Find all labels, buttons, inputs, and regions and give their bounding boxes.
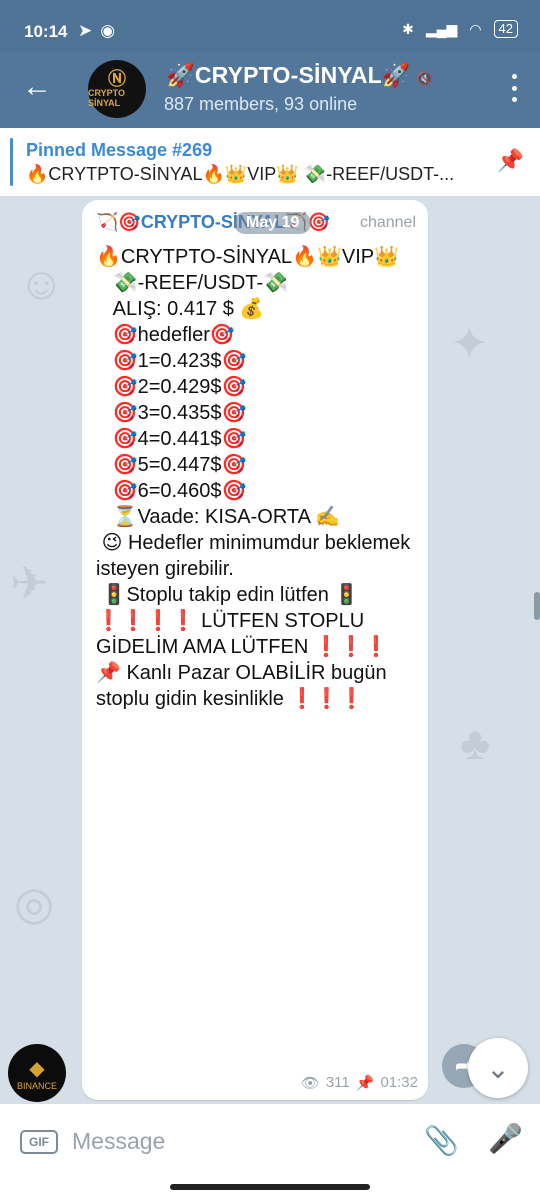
chat-title[interactable]: 🚀CRYPTO-SİNYAL🚀 🔇	[166, 62, 433, 89]
pinned-message-bar[interactable]: Pinned Message #269 🔥CRYTPTO-SİNYAL🔥👑VIP…	[0, 128, 540, 196]
mute-icon: 🔇	[416, 71, 434, 86]
channel-avatar-text: BINANCE	[16, 1080, 57, 1091]
group-avatar[interactable]: Ⓝ CRYPTO SİNYAL	[88, 60, 146, 118]
binance-logo-icon: ◆	[29, 1057, 45, 1080]
message-line: 💸-REEF/USDT-💸	[96, 272, 289, 294]
scroll-down-button[interactable]: ⌄	[468, 1038, 528, 1098]
doodle-tree-icon: ♣	[460, 717, 491, 769]
date-pill: May 19	[234, 212, 312, 234]
signal-icon: ▂▄▆	[425, 20, 458, 37]
attach-icon[interactable]: 📎	[424, 1124, 459, 1157]
message-line: ⏳Vaade: KISA-ORTA ✍️	[96, 506, 341, 528]
message-line: 🚦Stoplu takip edin lütfen 🚦	[96, 584, 360, 606]
doodle-cat-icon: ☺	[18, 257, 65, 309]
message-line: 🎯4=0.441$🎯	[96, 428, 247, 450]
message-line: 🎯6=0.460$🎯	[96, 480, 247, 502]
channel-avatar[interactable]: ◆ BINANCE	[8, 1044, 66, 1102]
navigation-bar	[0, 1176, 540, 1200]
message-bubble[interactable]: 🏹🎯CRYPTO-SİNYAL🏹🎯 May 19 channel 🔥CRYTPT…	[82, 200, 428, 1100]
message-meta: 👁 311 📌 01:32	[301, 1074, 418, 1092]
message-line: ALIŞ: 0.417 $ 💰	[96, 298, 265, 320]
chat-subtitle: 887 members, 93 online	[164, 94, 358, 114]
message-line: 🎯1=0.423$🎯	[96, 350, 247, 372]
message-text: 🔥CRYTPTO-SİNYAL🔥👑VIP👑 💸-REEF/USDT-💸 ALIŞ…	[96, 244, 416, 712]
doodle-camera-icon: ◎	[14, 877, 55, 929]
home-indicator[interactable]	[170, 1184, 370, 1190]
message-line: 🎯2=0.429$🎯	[96, 376, 247, 398]
more-menu-icon[interactable]	[512, 74, 518, 102]
wifi-icon: ◠	[469, 20, 482, 37]
doodle-star-icon: ✦	[450, 317, 489, 369]
status-right: ✱ ▂▄▆ ◠ 42	[402, 20, 518, 38]
pinned-title: Pinned Message #269	[26, 140, 213, 160]
views-icon: 👁	[300, 1075, 320, 1092]
chat-header: ← Ⓝ CRYPTO SİNYAL 🚀CRYPTO-SİNYAL🚀 🔇 887 m…	[0, 52, 540, 128]
message-line: ❗️❗️❗️❗️ LÜTFEN STOPLU GİDELİM AMA LÜTFE…	[96, 610, 389, 658]
channel-label: channel	[359, 214, 416, 231]
group-logo-icon: Ⓝ	[108, 69, 126, 89]
chat-area[interactable]: ☺ ✦ ✈ ♣ ◎ 🏹🎯CRYPTO-SİNYAL🏹🎯 May 19 chann…	[0, 196, 540, 1104]
app-notification-icon: ◉	[100, 21, 116, 40]
message-line: 🎯3=0.435$🎯	[96, 402, 247, 424]
message-line: 😉 Hedefler minimumdur beklemek isteyen g…	[96, 532, 416, 580]
pinned-indicator	[10, 138, 13, 186]
doodle-bird-icon: ✈	[10, 557, 49, 609]
message-input[interactable]	[70, 1122, 404, 1160]
message-composer: GIF 📎 🎤	[0, 1104, 540, 1176]
views-count: 311	[325, 1074, 350, 1091]
group-avatar-text: CRYPTO SİNYAL	[88, 88, 126, 108]
back-arrow-icon[interactable]: ←	[22, 70, 56, 104]
chat-title-text: 🚀CRYPTO-SİNYAL🚀	[166, 62, 411, 88]
telegram-icon: ➤	[78, 21, 93, 40]
microphone-icon[interactable]: 🎤	[488, 1122, 523, 1155]
bluetooth-icon: ✱	[402, 20, 414, 37]
battery-icon: 42	[493, 20, 518, 38]
pin-small-icon: 📌	[355, 1075, 375, 1092]
pinned-text: 🔥CRYTPTO-SİNYAL🔥👑VIP👑 💸-REEF/USDT-...	[26, 164, 455, 184]
status-time: 10:14	[24, 22, 68, 41]
message-line: 🔥CRYTPTO-SİNYAL🔥👑VIP👑	[96, 246, 399, 268]
message-line: 🎯5=0.447$🎯	[96, 454, 247, 476]
gif-icon[interactable]: GIF	[20, 1130, 58, 1154]
scrollbar-thumb[interactable]	[534, 592, 540, 620]
status-notification-icons: ➤ ◉	[78, 21, 115, 41]
message-line: 📌 Kanlı Pazar OLABİLİR bugün stoplu gidi…	[96, 662, 393, 710]
message-time: 01:32	[380, 1074, 418, 1091]
pin-list-icon[interactable]: 📌	[497, 148, 524, 174]
chevron-down-icon: ⌄	[486, 1052, 510, 1084]
message-line: 🎯hedefler🎯	[96, 324, 235, 346]
